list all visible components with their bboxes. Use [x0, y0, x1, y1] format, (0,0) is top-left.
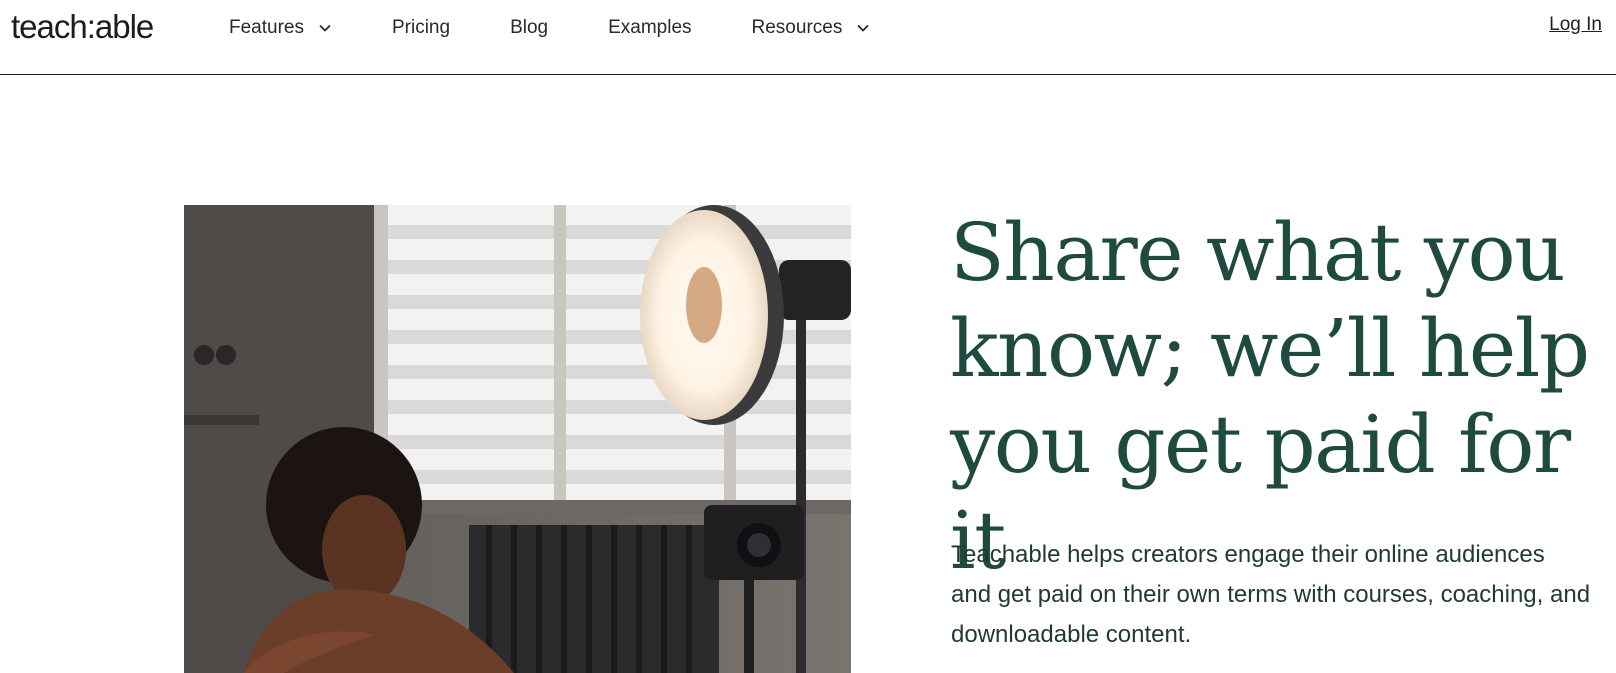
main-nav: Features Pricing Blog Examples Resources	[229, 16, 871, 40]
nav-resources[interactable]: Resources	[752, 17, 872, 39]
hero-subtitle: Teachable helps creators engage their on…	[951, 541, 1591, 648]
chevron-down-icon	[857, 24, 869, 32]
nav-examples[interactable]: Examples	[608, 17, 691, 39]
hero-title: Share what you know; we’ll help you get …	[950, 206, 1590, 587]
nav-features[interactable]: Features	[229, 17, 333, 39]
nav-pricing-label: Pricing	[391, 17, 451, 38]
nav-examples-label: Examples	[608, 17, 692, 38]
site-header: teach:able Features Pricing Blog Example…	[0, 0, 1616, 75]
nav-resources-label: Resources	[751, 17, 843, 38]
nav-pricing[interactable]: Pricing	[392, 17, 450, 39]
hero-image	[184, 205, 851, 673]
nav-features-label: Features	[229, 17, 304, 38]
nav-blog[interactable]: Blog	[510, 17, 548, 39]
login-link[interactable]: Log In	[1549, 14, 1602, 36]
teachable-logo[interactable]: teach:able	[11, 6, 154, 48]
chevron-down-icon	[319, 24, 331, 32]
nav-blog-label: Blog	[510, 17, 549, 38]
creator-photo-icon	[184, 205, 851, 673]
